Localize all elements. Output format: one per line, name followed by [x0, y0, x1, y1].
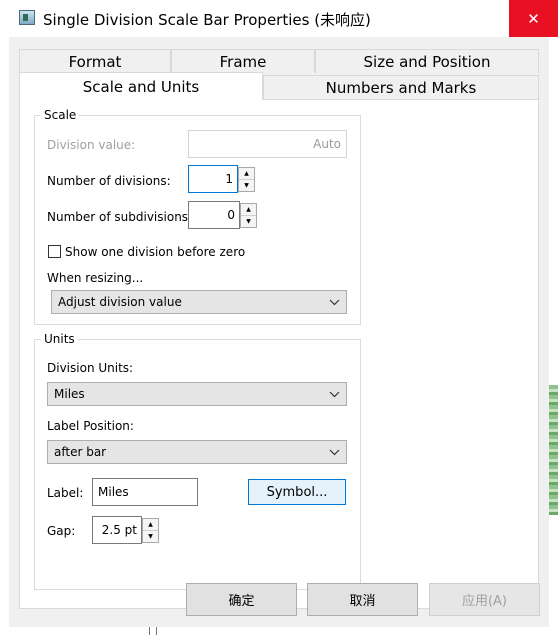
- window-title: Single Division Scale Bar Properties (未响…: [43, 11, 371, 29]
- spin-down-icon[interactable]: ▼: [143, 531, 158, 543]
- num-subdivisions-label: Number of subdivisions:: [47, 210, 193, 224]
- gap-value: 2.5 pt: [101, 523, 137, 537]
- spin-up-glyph: ▲: [148, 520, 153, 528]
- ok-button[interactable]: 确定: [186, 583, 297, 616]
- label-label: Label:: [47, 486, 84, 500]
- num-divisions-input[interactable]: 1: [188, 165, 238, 193]
- scale-group-title: Scale: [41, 107, 80, 123]
- spin-down-glyph: ▼: [148, 532, 153, 540]
- gap-input[interactable]: 2.5 pt: [92, 516, 142, 544]
- tab-numbers-marks-label: Numbers and Marks: [325, 78, 477, 97]
- when-resizing-label: When resizing...: [47, 271, 144, 285]
- label-position-label: Label Position:: [47, 419, 134, 433]
- when-resizing-value: Adjust division value: [58, 295, 182, 309]
- gap-label: Gap:: [47, 524, 76, 538]
- scale-group: Scale Division value: Auto Number of div…: [34, 107, 361, 325]
- close-button[interactable]: ✕: [509, 0, 558, 37]
- units-group: Units Division Units: Miles Label Positi…: [34, 331, 361, 590]
- label-position-value: after bar: [54, 445, 107, 459]
- num-subdivisions-stepper[interactable]: ▲ ▼: [240, 203, 257, 228]
- num-divisions-stepper[interactable]: ▲ ▼: [238, 167, 255, 192]
- cancel-button-label: 取消: [349, 594, 376, 609]
- label-position-dropdown[interactable]: after bar: [47, 440, 347, 464]
- background-map-fragment: [549, 385, 558, 515]
- division-value-text: Auto: [313, 137, 341, 151]
- tab-scale-units-label: Scale and Units: [82, 77, 200, 96]
- spin-down-glyph: ▼: [246, 217, 251, 225]
- apply-button: 应用(A): [429, 583, 540, 616]
- tab-size-position[interactable]: Size and Position: [315, 49, 539, 73]
- tab-frame-label: Frame: [219, 52, 267, 71]
- spin-up-icon[interactable]: ▲: [143, 519, 158, 531]
- num-subdivisions-input[interactable]: 0: [188, 201, 240, 229]
- tab-scale-units[interactable]: Scale and Units: [19, 72, 263, 100]
- spin-down-glyph: ▼: [244, 181, 249, 189]
- division-value-label: Division value:: [47, 138, 136, 152]
- chevron-down-icon: [329, 295, 340, 309]
- tab-format[interactable]: Format: [19, 49, 171, 73]
- when-resizing-dropdown[interactable]: Adjust division value: [51, 290, 347, 314]
- spin-up-icon[interactable]: ▲: [241, 204, 256, 216]
- tab-numbers-marks[interactable]: Numbers and Marks: [263, 75, 539, 99]
- ok-button-label: 确定: [228, 594, 255, 609]
- show-one-division-checkbox[interactable]: [48, 245, 61, 258]
- spin-down-icon[interactable]: ▼: [241, 216, 256, 228]
- division-units-dropdown[interactable]: Miles: [47, 382, 347, 406]
- dialog-body: Format Frame Size and Position Scale and…: [9, 37, 549, 627]
- background-divider: [156, 627, 157, 635]
- spin-up-glyph: ▲: [246, 205, 251, 213]
- division-units-value: Miles: [54, 387, 85, 401]
- symbol-button[interactable]: Symbol...: [248, 479, 346, 505]
- spin-up-icon[interactable]: ▲: [239, 168, 254, 180]
- show-one-division-label: Show one division before zero: [65, 245, 246, 259]
- label-input[interactable]: Miles: [92, 478, 198, 506]
- division-value-input: Auto: [188, 130, 347, 158]
- num-divisions-value: 1: [225, 172, 233, 186]
- num-subdivisions-value: 0: [227, 208, 235, 222]
- apply-button-label: 应用(A): [461, 594, 508, 609]
- units-group-title: Units: [41, 331, 78, 347]
- close-icon: ✕: [527, 9, 540, 28]
- spin-down-icon[interactable]: ▼: [239, 180, 254, 192]
- label-input-value: Miles: [98, 485, 129, 499]
- tab-panel: Scale Division value: Auto Number of div…: [19, 99, 539, 609]
- background-divider: [149, 627, 150, 635]
- title-bar: Single Division Scale Bar Properties (未响…: [0, 0, 558, 37]
- chevron-down-icon: [329, 445, 340, 459]
- num-divisions-label: Number of divisions:: [47, 174, 171, 188]
- gap-stepper[interactable]: ▲ ▼: [142, 518, 159, 543]
- cancel-button[interactable]: 取消: [307, 583, 418, 616]
- symbol-button-label: Symbol...: [266, 484, 328, 500]
- tab-frame[interactable]: Frame: [171, 49, 315, 73]
- division-units-label: Division Units:: [47, 361, 134, 375]
- app-icon: [19, 10, 35, 25]
- chevron-down-icon: [329, 387, 340, 401]
- tab-format-label: Format: [68, 52, 122, 71]
- tab-size-position-label: Size and Position: [363, 52, 491, 71]
- spin-up-glyph: ▲: [244, 169, 249, 177]
